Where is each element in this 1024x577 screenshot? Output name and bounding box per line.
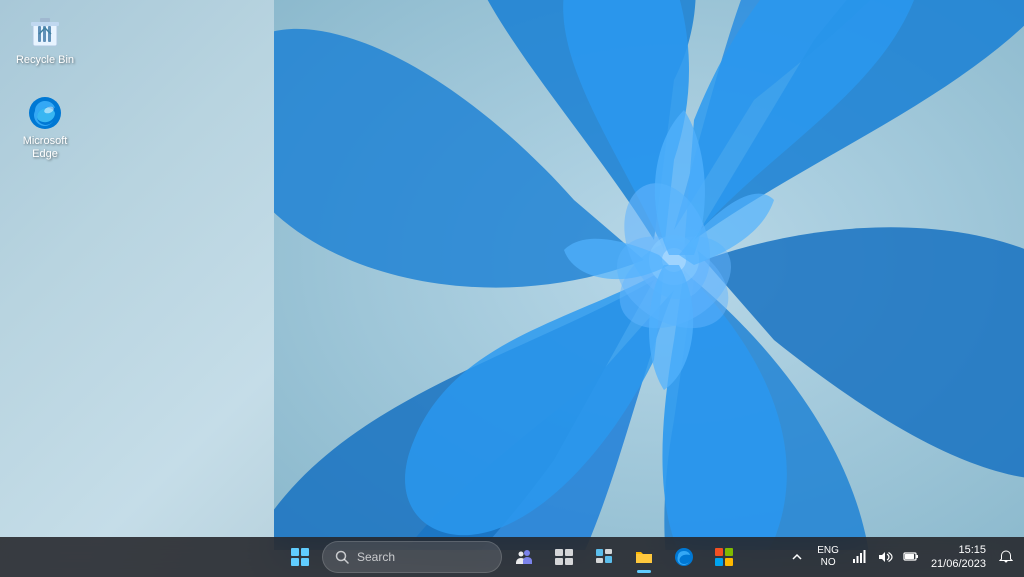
edge-taskbar-icon xyxy=(674,547,694,567)
widgets-icon xyxy=(594,547,614,567)
file-explorer-icon xyxy=(634,547,654,567)
microsoft-edge-label: Microsoft Edge xyxy=(14,135,76,161)
volume-symbol xyxy=(877,549,893,565)
store-icon xyxy=(714,547,734,567)
search-icon xyxy=(335,550,349,564)
teams-button[interactable] xyxy=(506,539,542,575)
edge-taskbar-button[interactable] xyxy=(666,539,702,575)
clock-display[interactable]: 15:15 21/06/2023 xyxy=(927,541,990,574)
battery-icon[interactable] xyxy=(901,547,921,567)
tray-expand-button[interactable] xyxy=(787,547,807,567)
desktop: Recycle Bin Microsoft Edge xyxy=(0,0,1024,577)
language-secondary: NO xyxy=(821,557,836,569)
date-display: 21/06/2023 xyxy=(931,557,986,571)
volume-icon[interactable] xyxy=(875,547,895,567)
recycle-bin-image xyxy=(27,14,63,50)
desktop-icons: Recycle Bin Microsoft Edge xyxy=(10,10,80,166)
store-button[interactable] xyxy=(706,539,742,575)
network-symbol xyxy=(851,549,867,565)
widgets-button[interactable] xyxy=(586,539,622,575)
start-button[interactable] xyxy=(282,539,318,575)
teams-icon xyxy=(514,547,534,567)
battery-symbol xyxy=(903,549,919,565)
taskview-icon xyxy=(554,547,574,567)
notification-symbol xyxy=(999,550,1013,564)
wallpaper xyxy=(274,0,1024,550)
taskbar-center: Search xyxy=(282,539,742,575)
microsoft-edge-icon[interactable]: Microsoft Edge xyxy=(10,91,80,165)
windows-logo xyxy=(291,548,309,566)
task-view-button[interactable] xyxy=(546,539,582,575)
taskbar: Search xyxy=(0,537,1024,577)
notification-icon[interactable] xyxy=(996,547,1016,567)
chevron-up-icon xyxy=(792,552,802,562)
language-indicator[interactable]: ENG NO xyxy=(813,543,843,571)
file-explorer-button[interactable] xyxy=(626,539,662,575)
time-display: 15:15 xyxy=(958,543,986,557)
recycle-bin-label: Recycle Bin xyxy=(16,54,74,67)
search-box[interactable]: Search xyxy=(322,541,502,573)
network-icon[interactable] xyxy=(849,547,869,567)
recycle-bin-icon[interactable]: Recycle Bin xyxy=(10,10,80,71)
search-label: Search xyxy=(357,550,395,564)
language-primary: ENG xyxy=(817,545,839,557)
edge-image xyxy=(27,95,63,131)
taskbar-right: ENG NO xyxy=(787,541,1016,574)
